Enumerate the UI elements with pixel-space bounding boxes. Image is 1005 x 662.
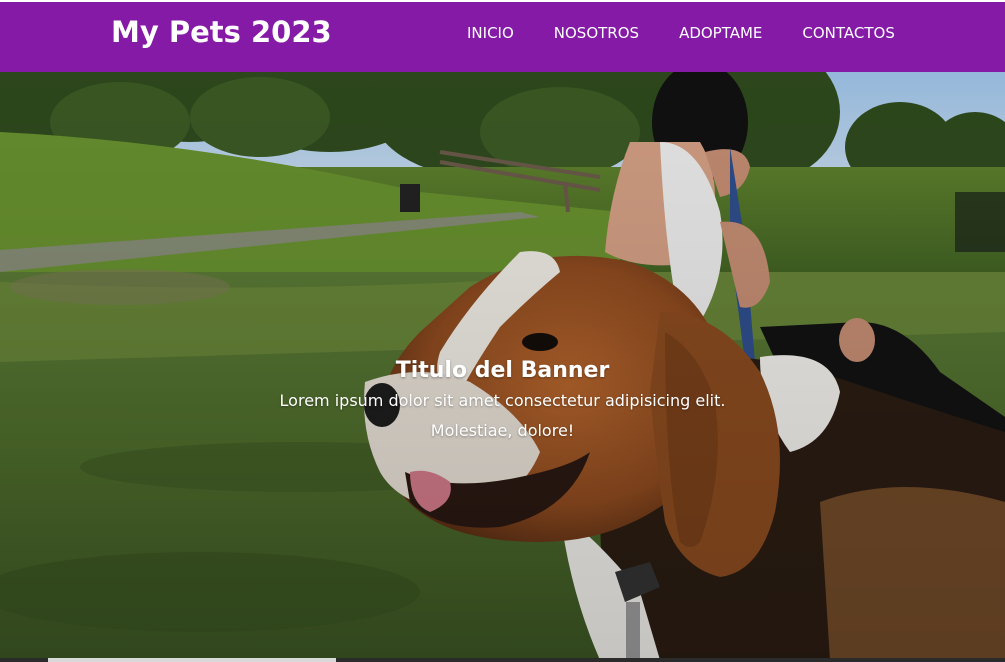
nav-link-contactos[interactable]: CONTACTOS: [802, 22, 894, 44]
nav-link-nosotros[interactable]: NOSOTROS: [554, 22, 639, 44]
banner-description: Lorem ipsum dolor sit amet consectetur a…: [279, 391, 726, 440]
hero-banner: Titulo del Banner Lorem ipsum dolor sit …: [0, 72, 1005, 660]
site-logo-text[interactable]: My Pets 2023: [111, 14, 332, 50]
scrollbar-thumb[interactable]: [48, 658, 336, 662]
banner-title: Titulo del Banner: [395, 358, 610, 383]
nav-link-adoptame[interactable]: ADOPTAME: [679, 22, 762, 44]
banner-caption: Titulo del Banner Lorem ipsum dolor sit …: [0, 356, 1005, 446]
horizontal-scrollbar[interactable]: [0, 658, 1005, 662]
page: My Pets 2023 INICIO NOSOTROS ADOPTAME CO…: [0, 0, 1005, 662]
main-nav: INICIO NOSOTROS ADOPTAME CONTACTOS: [467, 22, 895, 44]
site-header: My Pets 2023 INICIO NOSOTROS ADOPTAME CO…: [0, 2, 1005, 72]
nav-link-inicio[interactable]: INICIO: [467, 22, 514, 44]
